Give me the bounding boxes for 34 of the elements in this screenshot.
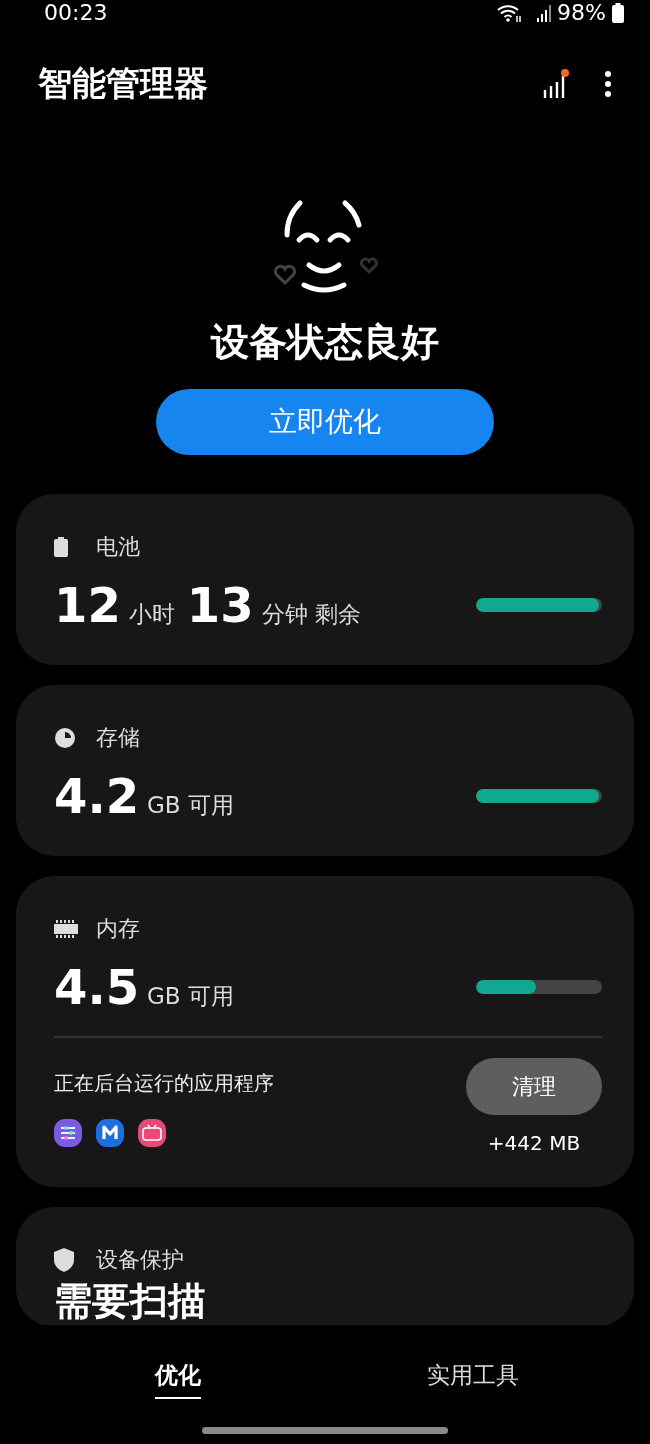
value-number: 4.5 <box>54 959 140 1015</box>
shield-icon <box>54 1248 74 1272</box>
nav-tab[interactable]: 实用工具 <box>426 1359 519 1399</box>
background-apps-label: 正在后台运行的应用程序 <box>54 1070 275 1097</box>
value-number: 13 <box>186 577 254 633</box>
value-unit: 小时 <box>128 600 175 629</box>
stats-icon[interactable] <box>542 68 570 100</box>
value-number: 12 <box>54 577 121 633</box>
card-title: 设备保护 <box>96 1246 184 1274</box>
clean-button[interactable]: 清理 <box>466 1058 602 1115</box>
value-number: 4.2 <box>54 768 140 824</box>
value-unit: GB 可用 <box>147 791 234 820</box>
more-options-icon[interactable] <box>604 71 612 97</box>
card-title: 内存 <box>96 915 140 943</box>
wifi-icon <box>497 2 524 23</box>
pie-chart-icon <box>54 727 76 749</box>
value-unit: GB 可用 <box>147 982 234 1011</box>
app-icon <box>96 1119 124 1147</box>
memory-chip-icon <box>54 920 78 938</box>
device-status-text: 设备状态良好 <box>211 319 439 366</box>
app-icon <box>54 1119 82 1147</box>
app-title: 智能管理器 <box>38 62 209 105</box>
battery-icon <box>54 537 68 557</box>
card-title: 电池 <box>96 533 140 561</box>
status-heading: 需要扫描 <box>54 1277 206 1325</box>
battery-percent: 98% <box>557 0 606 25</box>
nav-tab[interactable]: 优化 <box>154 1359 201 1399</box>
value-unit: 分钟 剩余 <box>261 600 361 629</box>
status-time: 00:23 <box>44 0 108 25</box>
app-icon <box>138 1119 166 1147</box>
card-title: 存储 <box>96 724 140 752</box>
optimize-button[interactable]: 立即优化 <box>156 389 494 455</box>
freed-memory-text: +442 MB <box>487 1131 581 1155</box>
battery-icon <box>612 2 624 23</box>
